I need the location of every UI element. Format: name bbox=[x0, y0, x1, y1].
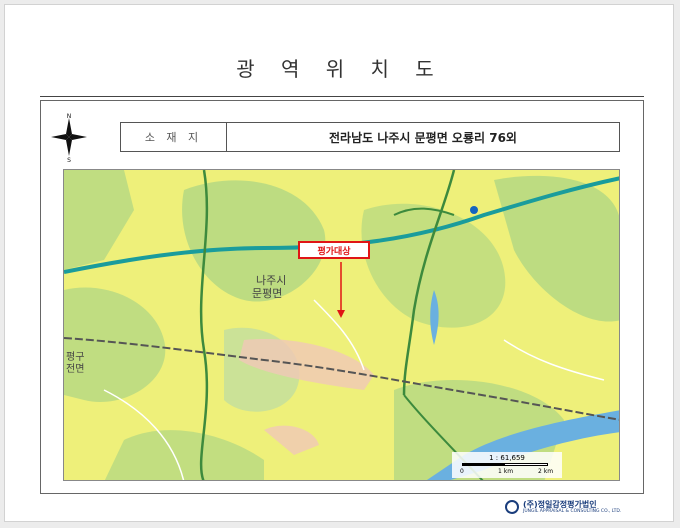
company-logo-icon bbox=[505, 500, 519, 514]
scale-ratio: 1 : 61,659 bbox=[489, 454, 525, 462]
compass-north-label: N bbox=[67, 113, 72, 120]
place-label-county: 나주시 bbox=[256, 274, 286, 287]
scale-bar: 1 : 61,659 0 1 km 2 km bbox=[452, 452, 562, 478]
location-label: 소 재 지 bbox=[121, 123, 227, 151]
target-label: 평가대상 bbox=[298, 241, 370, 259]
place-label-township: 문평면 bbox=[252, 287, 282, 300]
scale-tick-0: 0 bbox=[460, 468, 464, 475]
interchange-marker bbox=[470, 206, 478, 214]
scale-tick-2: 2 km bbox=[538, 468, 554, 475]
compass-south-label: S bbox=[67, 157, 71, 162]
location-table: 소 재 지 전라남도 나주시 문평면 오룡리 76외 bbox=[120, 122, 620, 152]
compass-rose-icon: N S bbox=[48, 112, 90, 164]
company-logo: (주)정일감정평가법인 JUNGIL APPRAISAL & CONSULTIN… bbox=[505, 498, 645, 518]
title-divider bbox=[40, 96, 644, 97]
scale-bar-line bbox=[462, 463, 548, 466]
place-label-west: 평구 bbox=[66, 351, 84, 363]
scale-tick-1: 1 km bbox=[498, 468, 514, 475]
company-subname: JUNGIL APPRAISAL & CONSULTING CO., LTD. bbox=[523, 509, 622, 514]
page-title: 광 역 위 치 도 bbox=[236, 57, 444, 81]
location-value: 전라남도 나주시 문평면 오룡리 76외 bbox=[329, 130, 517, 145]
place-label-west-2: 전면 bbox=[66, 363, 84, 375]
location-map: 나주시 문평면 평구 전면 bbox=[63, 169, 620, 481]
